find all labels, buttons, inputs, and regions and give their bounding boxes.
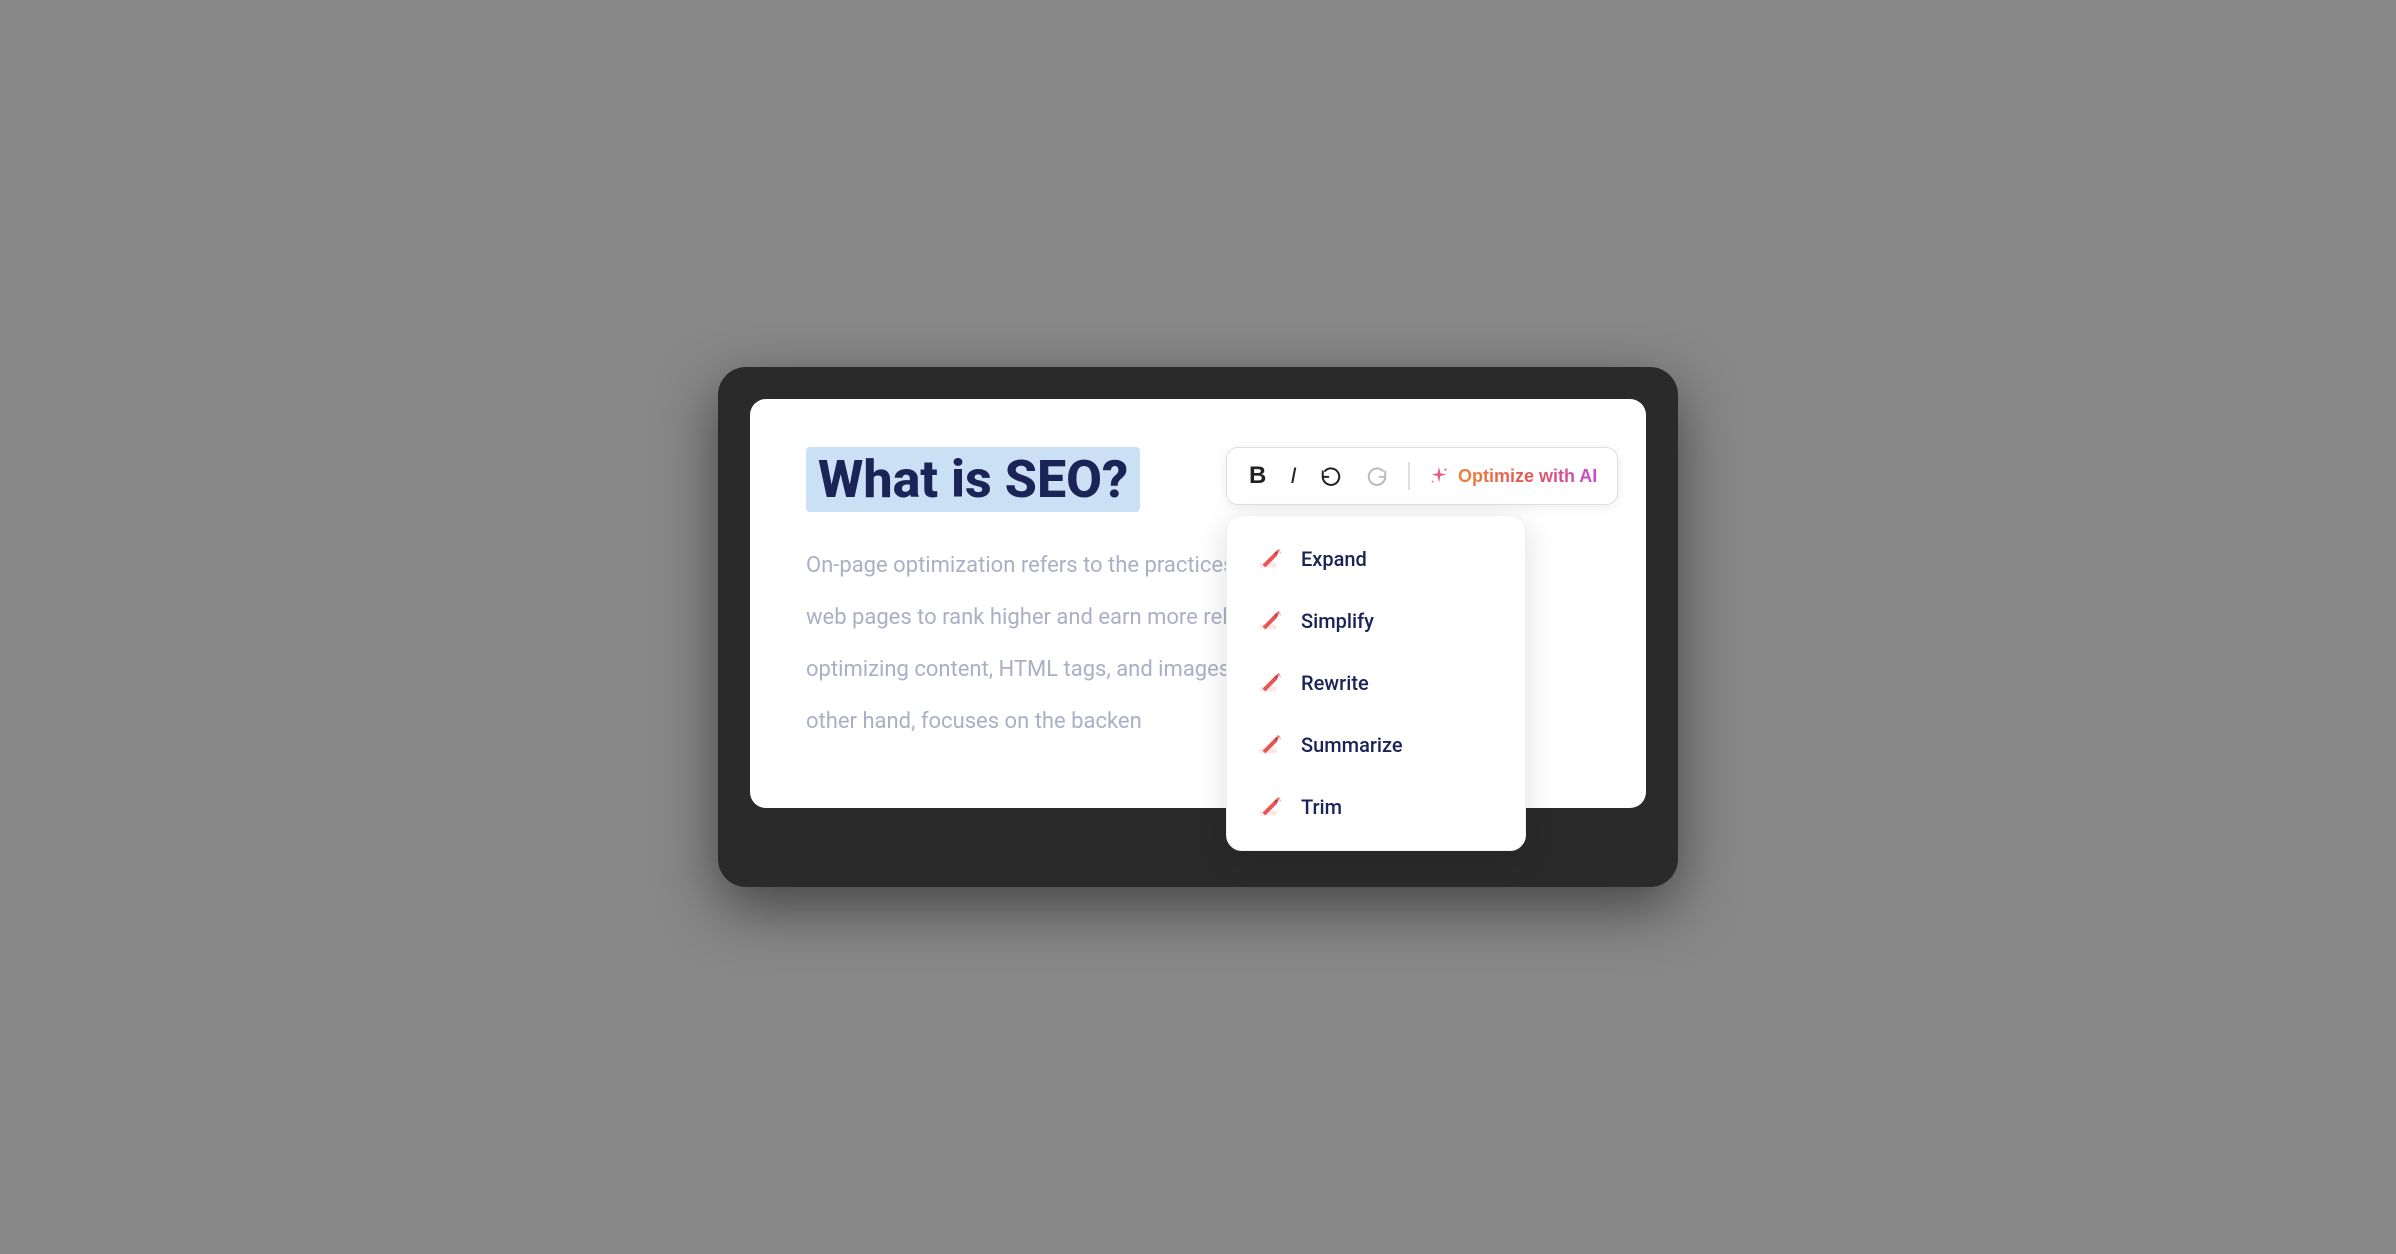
simplify-icon	[1255, 606, 1285, 636]
undo-icon	[1320, 465, 1342, 487]
editor-container: What is SEO? B I	[750, 399, 1646, 808]
summarize-label: Summarize	[1301, 733, 1403, 757]
redo-button[interactable]	[1356, 459, 1398, 493]
ai-dropdown: Expand Simplify	[1226, 515, 1526, 851]
simplify-label: Simplify	[1301, 609, 1374, 633]
device-frame: What is SEO? B I	[718, 367, 1678, 887]
editor-content: What is SEO? B I	[806, 447, 1590, 744]
bold-button[interactable]: B	[1239, 458, 1276, 494]
dropdown-item-expand[interactable]: Expand	[1227, 528, 1525, 590]
dropdown-item-rewrite[interactable]: Rewrite	[1227, 652, 1525, 714]
dropdown-item-simplify[interactable]: Simplify	[1227, 590, 1525, 652]
dropdown-item-summarize[interactable]: Summarize	[1227, 714, 1525, 776]
italic-button[interactable]: I	[1280, 459, 1306, 493]
expand-label: Expand	[1301, 547, 1367, 571]
undo-button[interactable]	[1310, 459, 1352, 493]
toolbar: B I	[1226, 447, 1618, 505]
trim-label: Trim	[1301, 795, 1342, 819]
expand-icon	[1255, 544, 1285, 574]
sparkle-icon	[1428, 465, 1450, 487]
title-row: What is SEO? B I	[806, 447, 1590, 512]
toolbar-divider	[1408, 462, 1410, 490]
optimize-with-ai-button[interactable]: Optimize with AI	[1420, 461, 1605, 491]
redo-icon	[1366, 465, 1388, 487]
page-title: What is SEO?	[806, 447, 1140, 512]
rewrite-icon	[1255, 668, 1285, 698]
summarize-icon	[1255, 730, 1285, 760]
rewrite-label: Rewrite	[1301, 671, 1369, 695]
dropdown-item-trim[interactable]: Trim	[1227, 776, 1525, 838]
optimize-label: Optimize with AI	[1458, 466, 1597, 487]
trim-icon	[1255, 792, 1285, 822]
